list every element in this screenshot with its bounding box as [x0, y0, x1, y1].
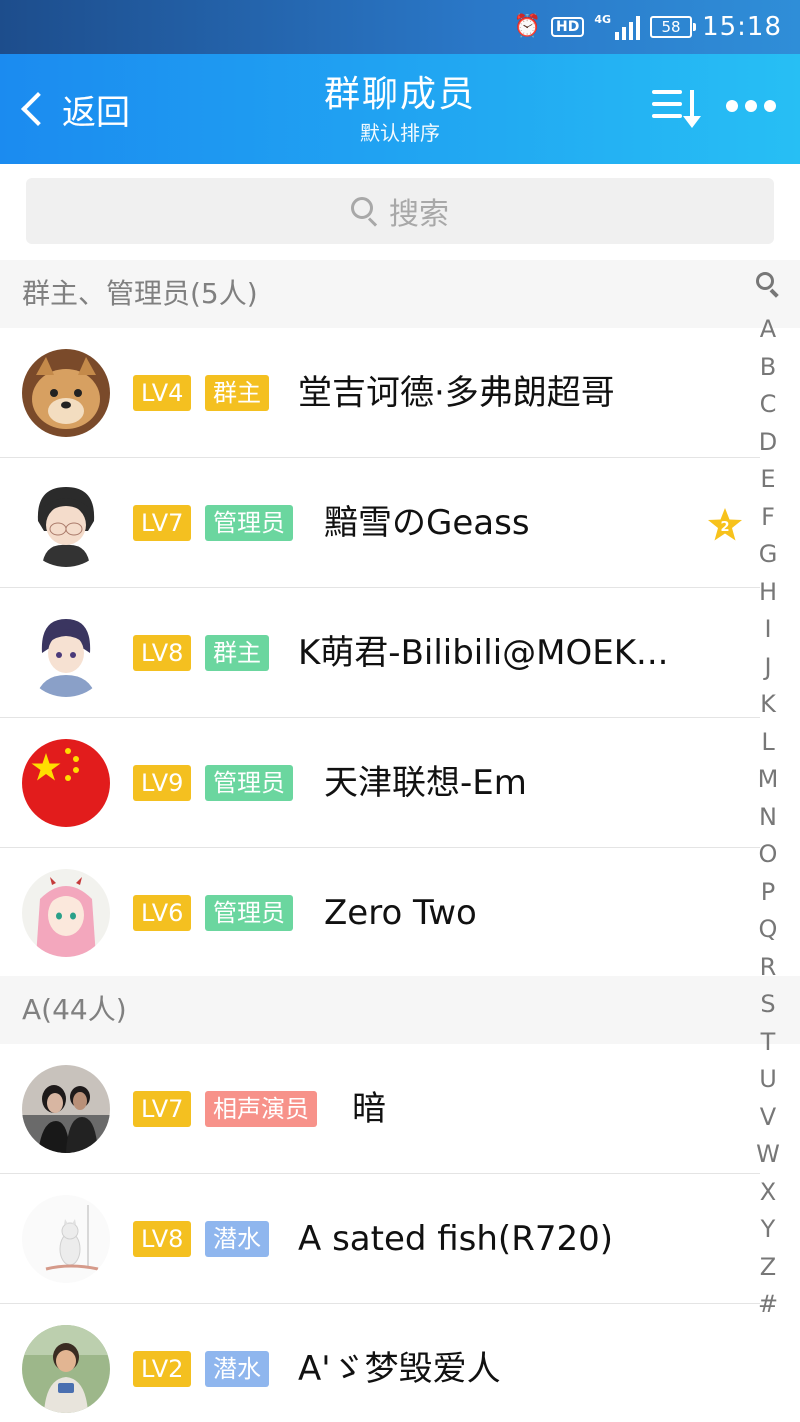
zero-two-avatar — [22, 869, 110, 957]
level-badge: LV9 — [133, 765, 192, 801]
index-letter[interactable]: E — [746, 464, 790, 494]
index-letter[interactable]: U — [746, 1064, 790, 1094]
level-badge: LV7 — [133, 1091, 192, 1127]
index-letter[interactable]: M — [746, 764, 790, 794]
search-placeholder: 搜索 — [389, 197, 449, 232]
search-input[interactable]: 搜索 — [26, 178, 774, 244]
index-letter[interactable]: B — [746, 352, 790, 382]
index-letter[interactable]: C — [746, 389, 790, 419]
index-letter[interactable]: F — [746, 502, 790, 532]
member-row[interactable]: LV7 相声演员 暗 — [0, 1044, 800, 1174]
role-badge: 潜水 — [205, 1351, 269, 1387]
index-letter[interactable]: W — [746, 1139, 790, 1169]
index-letter[interactable]: Q — [746, 914, 790, 944]
index-letter[interactable]: D — [746, 427, 790, 457]
chevron-left-icon — [21, 92, 55, 126]
member-name: A'ゞ梦毁爱人 — [298, 1349, 501, 1389]
star-label: 2 — [720, 520, 729, 535]
page-title: 群聊成员 — [323, 74, 476, 115]
index-letter[interactable]: K — [746, 689, 790, 719]
role-badge: 管理员 — [205, 895, 293, 931]
china-flag-avatar — [22, 739, 110, 827]
index-letter[interactable]: P — [746, 877, 790, 907]
member-row[interactable]: LV8 潜水 A sated fish(R720) — [0, 1174, 800, 1304]
index-letter[interactable]: X — [746, 1177, 790, 1207]
role-badge: 群主 — [205, 375, 269, 411]
level-badge: LV4 — [133, 375, 192, 411]
child-photo-avatar — [22, 1325, 110, 1413]
member-name: 堂吉诃德·多弗朗超哥 — [298, 373, 615, 413]
section-header-a: A(44人) — [0, 976, 800, 1044]
index-letter[interactable]: O — [746, 839, 790, 869]
member-row[interactable]: LV7 管理员 黯雪のGeass 2 — [0, 458, 800, 588]
star-icon: 2 — [708, 508, 742, 541]
index-letter[interactable]: I — [746, 614, 790, 644]
white-cat-avatar — [22, 1195, 110, 1283]
level-badge: LV6 — [133, 895, 192, 931]
member-row[interactable]: LV2 潜水 A'ゞ梦毁爱人 — [0, 1304, 800, 1422]
role-badge: 管理员 — [205, 765, 293, 801]
hd-indicator: HD — [551, 17, 585, 37]
sort-icon[interactable] — [652, 88, 702, 132]
battery-icon: 58 — [650, 16, 697, 38]
title-bar: 返回 群聊成员 默认排序 — [0, 54, 800, 164]
member-row[interactable]: LV6 管理员 Zero Two — [0, 848, 800, 978]
member-name: Zero Two — [324, 893, 477, 933]
index-letter[interactable]: Z — [746, 1252, 790, 1282]
index-letter[interactable]: N — [746, 802, 790, 832]
member-row[interactable]: LV8 群主 K萌君-Bilibili@MOEK... — [0, 588, 800, 718]
back-label: 返回 — [62, 92, 130, 133]
title-block: 群聊成员 默认排序 — [200, 72, 600, 148]
index-letter[interactable]: V — [746, 1102, 790, 1132]
shiba-dog-avatar — [22, 349, 110, 437]
role-badge: 管理员 — [205, 505, 293, 541]
search-icon — [351, 197, 379, 227]
member-row[interactable]: LV4 群主 堂吉诃德·多弗朗超哥 — [0, 328, 800, 458]
clock-time: 15:18 — [702, 12, 782, 42]
index-letter[interactable]: S — [746, 989, 790, 1019]
member-row[interactable]: LV9 管理员 天津联想-Em — [0, 718, 800, 848]
member-name: A sated fish(R720) — [298, 1219, 613, 1259]
member-name: 暗 — [352, 1089, 386, 1129]
alarm-clock-icon: ⏰ — [513, 14, 542, 39]
role-badge: 相声演员 — [205, 1091, 317, 1127]
back-button[interactable]: 返回 — [14, 82, 130, 136]
index-letter[interactable]: G — [746, 539, 790, 569]
more-icon[interactable] — [726, 100, 776, 112]
level-badge: LV7 — [133, 505, 192, 541]
index-letter[interactable]: H — [746, 577, 790, 607]
anime-boy-avatar — [22, 479, 110, 567]
index-search-icon[interactable] — [756, 272, 782, 298]
index-letter[interactable]: Y — [746, 1214, 790, 1244]
member-name: 天津联想-Em — [324, 763, 527, 803]
index-letter[interactable]: R — [746, 952, 790, 982]
index-letter[interactable]: # — [746, 1289, 790, 1319]
role-badge: 群主 — [205, 635, 269, 671]
status-bar: ⏰ HD 4G 58 15:18 — [0, 0, 800, 54]
index-letter[interactable]: L — [746, 727, 790, 757]
member-name: 黯雪のGeass — [324, 503, 530, 543]
role-badge: 潜水 — [205, 1221, 269, 1257]
search-area: 搜索 — [0, 164, 800, 260]
couple-photo-avatar — [22, 1065, 110, 1153]
level-badge: LV8 — [133, 635, 192, 671]
level-badge: LV2 — [133, 1351, 192, 1387]
sort-mode-subtitle: 默认排序 — [360, 121, 440, 145]
member-name: K萌君-Bilibili@MOEK... — [298, 633, 669, 673]
index-letter[interactable]: J — [746, 652, 790, 682]
signal-icon — [615, 14, 641, 40]
level-badge: LV8 — [133, 1221, 192, 1257]
network-type: 4G — [594, 13, 612, 26]
index-letter[interactable]: A — [746, 314, 790, 344]
index-letter[interactable]: T — [746, 1027, 790, 1057]
section-header-admins: 群主、管理员(5人) — [0, 260, 800, 328]
anime-girl-avatar — [22, 609, 110, 697]
